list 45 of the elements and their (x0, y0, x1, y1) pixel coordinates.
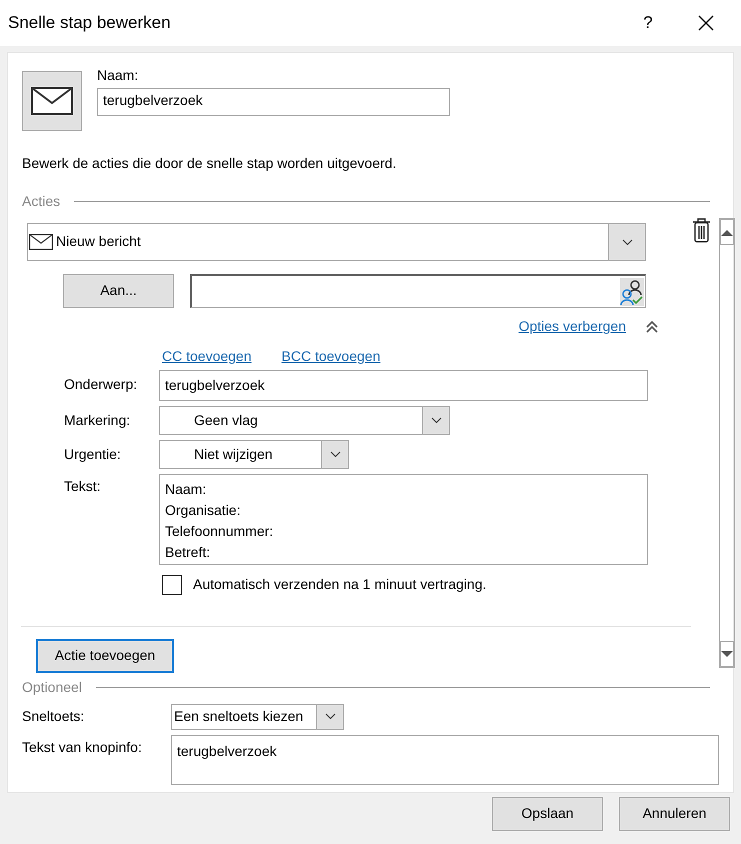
action-type-select[interactable]: Nieuw bericht (27, 223, 646, 261)
field-label: Markering: (64, 411, 132, 430)
help-button[interactable]: ? (625, 12, 671, 34)
cancel-button[interactable]: Annuleren (619, 797, 730, 831)
subject-field[interactable]: terugbelverzoek (159, 370, 648, 401)
hide-options-link[interactable]: Opties verbergen (518, 318, 626, 336)
message-field[interactable]: Naam: Organisatie: Telefoonnummer: Betreft: (159, 474, 648, 565)
save-button[interactable]: Opslaan (492, 797, 603, 831)
chevron-down-icon (324, 713, 336, 720)
shortcut-dropdown[interactable]: Een sneltoets kiezen (171, 704, 344, 730)
mail-icon (22, 71, 82, 131)
action-type-value: Nieuw bericht (56, 233, 141, 251)
collapse-icon (646, 320, 658, 333)
field-label: Urgentie: (64, 445, 122, 464)
dropdown-field[interactable]: Niet wijzigen (159, 440, 349, 469)
contacts-icon (620, 278, 644, 306)
chevron-down-icon (622, 238, 632, 246)
dropdown-field[interactable]: Geen vlag (159, 406, 450, 435)
chevron-down-icon (330, 451, 340, 458)
add-action-button[interactable]: Actie toevoegen (36, 639, 174, 673)
field-label: Onderwerp: (64, 375, 138, 394)
window-title: Snelle stap bewerken (8, 12, 172, 34)
scrollbar[interactable] (719, 218, 735, 668)
down-arrow-icon (721, 650, 733, 658)
name-label: Naam: (97, 67, 140, 84)
scroll-up-button[interactable] (720, 219, 734, 245)
to-button[interactable]: Aan... (63, 274, 174, 308)
field-label: Tekst: (64, 477, 102, 496)
field-label: Tekst van knopinfo: (22, 738, 143, 757)
name-field[interactable]: terugbelverzoek (97, 88, 450, 116)
close-icon (698, 15, 714, 31)
cc-link[interactable]: CC toevoegen (162, 348, 252, 365)
tooltip-field[interactable]: terugbelverzoek (171, 734, 719, 784)
description-text: Bewerk de acties die door de snelle stap worden uitgevoerd. (22, 155, 398, 172)
up-arrow-icon (721, 228, 733, 236)
mail-icon (29, 234, 53, 250)
auto-send-label: Automatisch verzenden na 1 minuut vertraging. (193, 576, 486, 594)
bcc-link[interactable]: BCC toevoegen (282, 348, 380, 365)
scroll-down-button[interactable] (720, 641, 734, 667)
field-label: Sneltoets: (22, 706, 86, 726)
section-heading: Acties (22, 192, 60, 210)
recipient-field[interactable] (190, 274, 646, 308)
auto-send-checkbox[interactable] (162, 575, 182, 595)
section-heading: Optioneel (22, 679, 82, 696)
chevron-down-icon (430, 417, 442, 424)
